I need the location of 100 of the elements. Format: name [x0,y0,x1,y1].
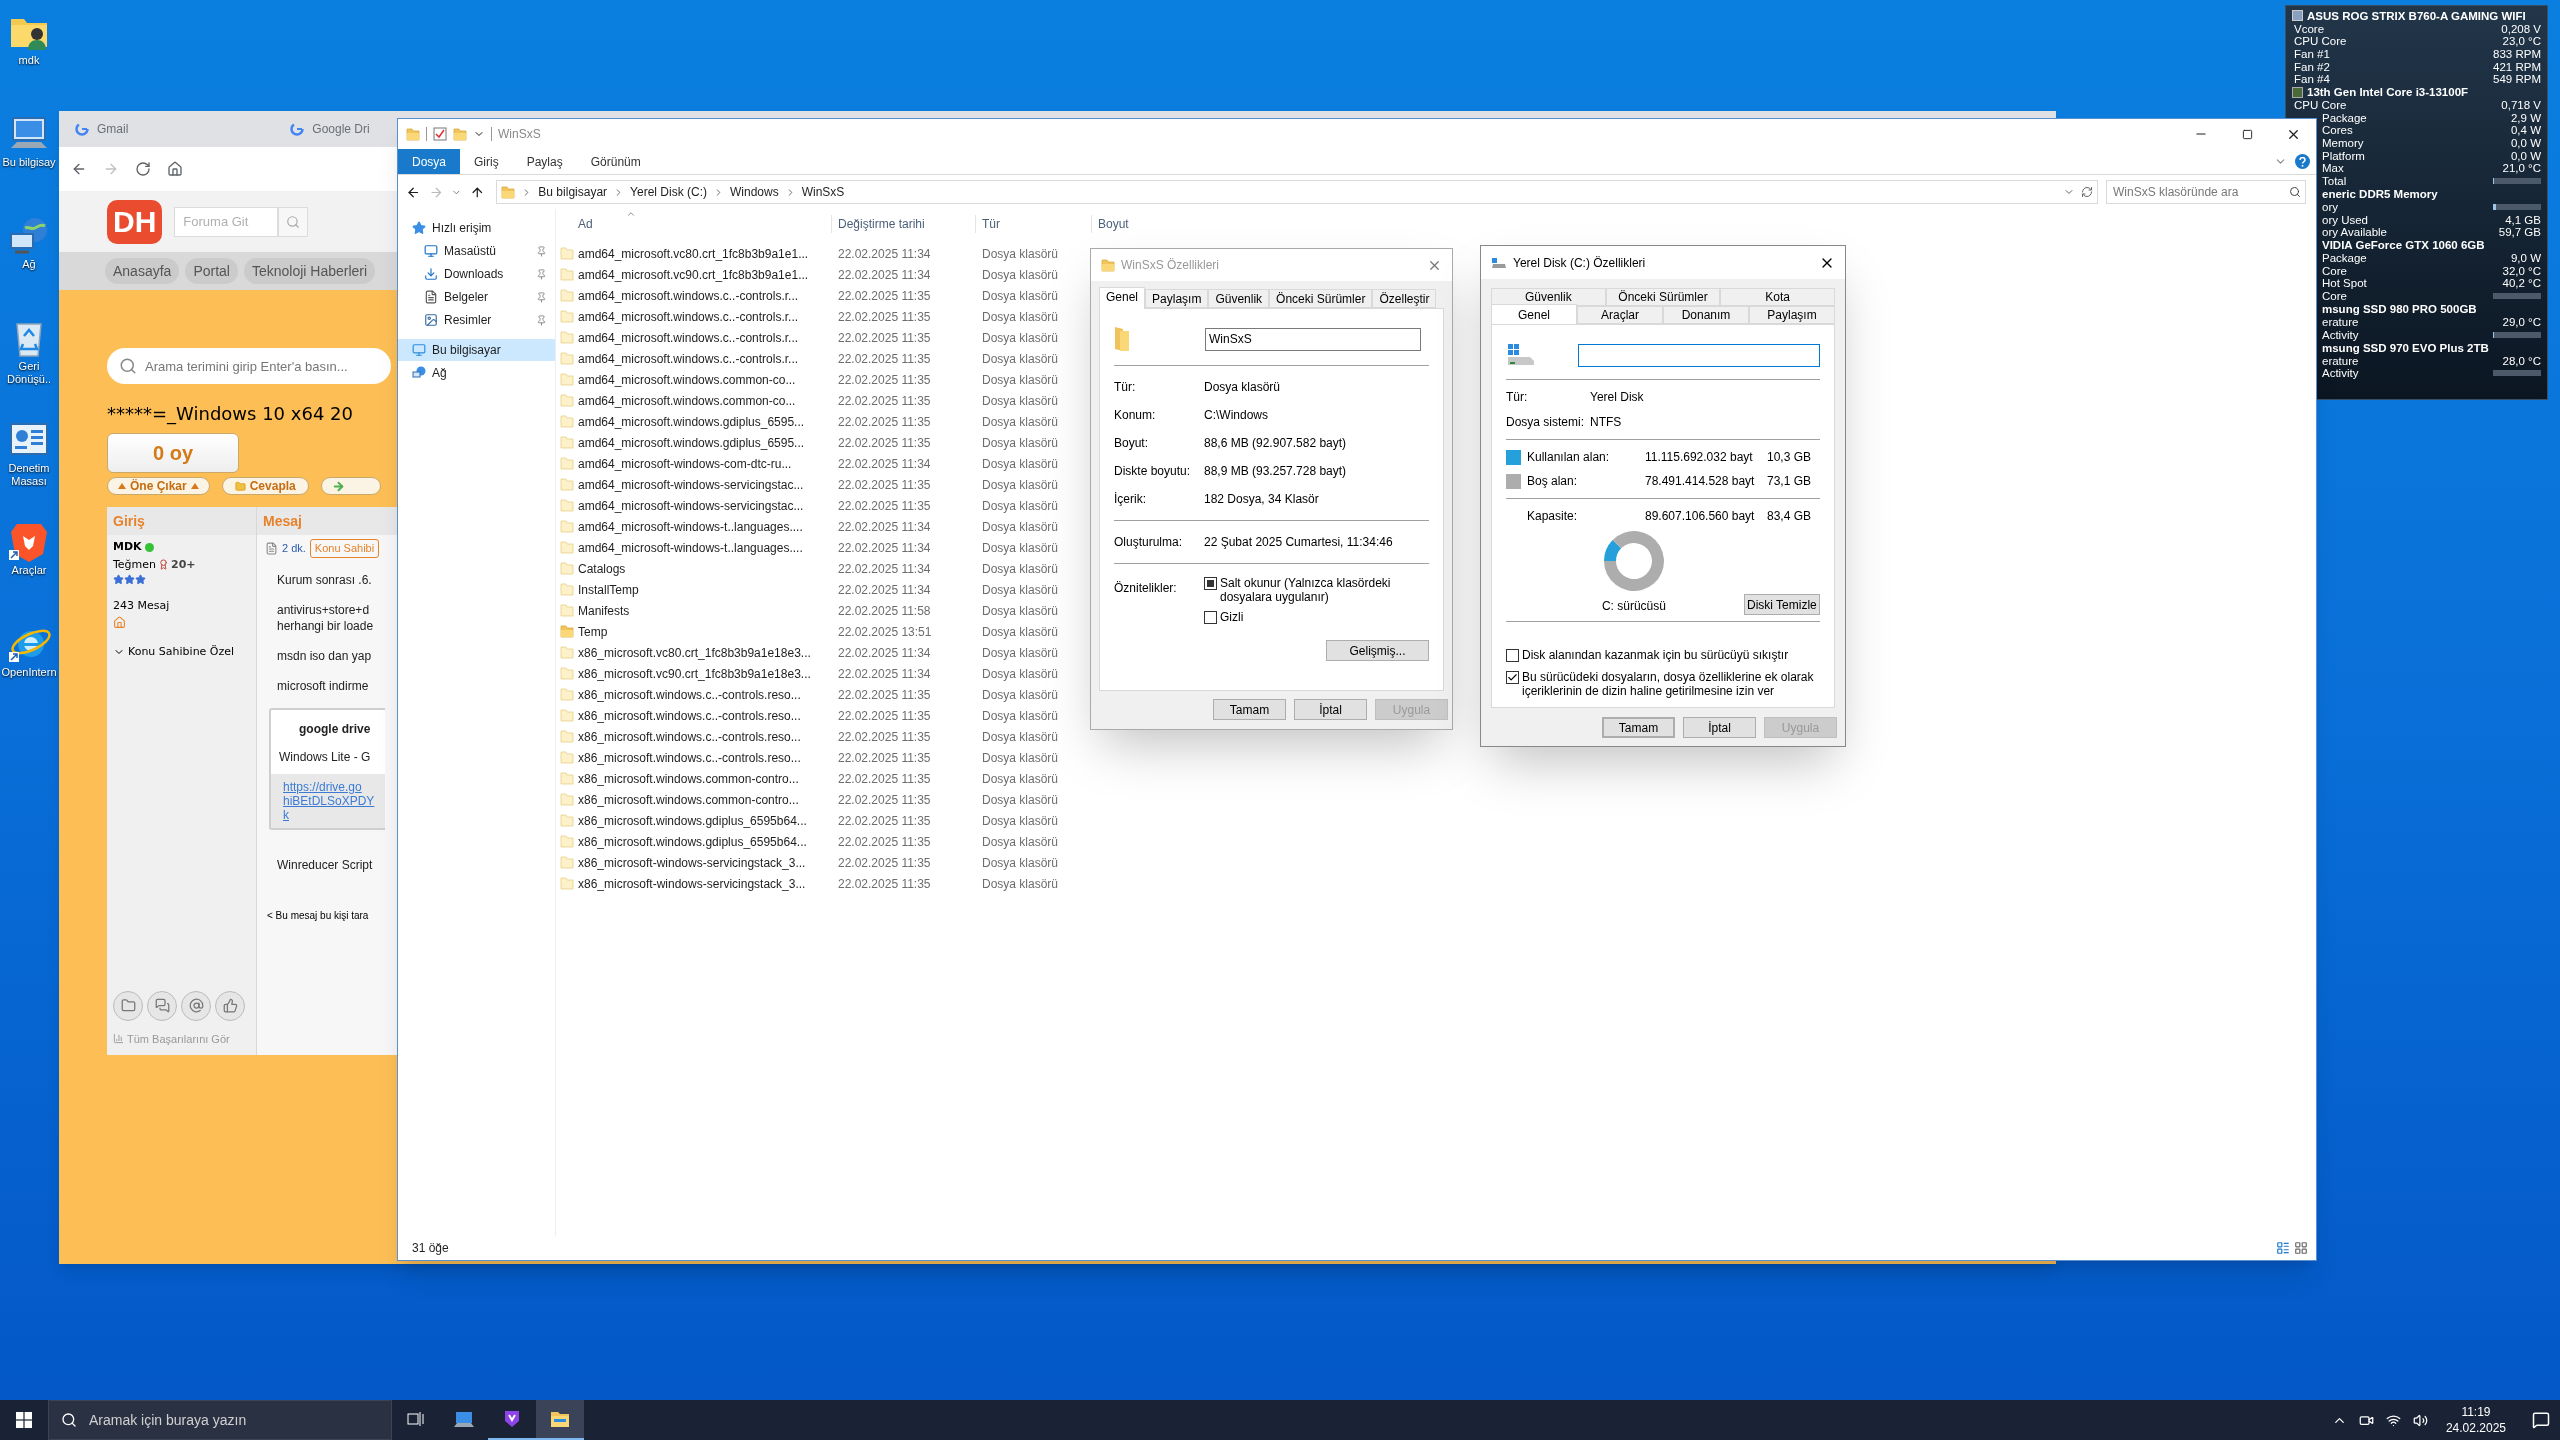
help-button[interactable] [2295,154,2310,169]
breadcrumb[interactable]: Bu bilgisayar [538,183,608,201]
ribbon-tab[interactable]: Görünüm [576,149,655,174]
large-icons-view-icon[interactable] [2294,1241,2308,1255]
taskbar-search-field[interactable]: Aramak için buraya yazın [48,1400,392,1440]
dialog-tab[interactable]: Önceki Sürümler [1605,288,1721,306]
file-name[interactable]: amd64_microsoft.windows.c..-controls.r... [578,286,832,305]
advanced-button[interactable]: Gelişmiş... [1326,640,1429,661]
checkbox[interactable] [1506,671,1519,684]
taskbar-app[interactable] [536,1400,584,1440]
file-name[interactable]: Manifests [578,601,832,620]
dialog-button[interactable]: İptal [1683,717,1756,738]
owner-menu-link[interactable]: Konu Sahibine Özel [128,643,235,660]
desktop-icon-label[interactable]: OpenIntern [0,666,58,679]
file-name[interactable]: x86_microsoft.windows.common-contro... [578,769,832,788]
file-name[interactable]: Temp [578,622,832,641]
desktop-icon-label[interactable]: mdk [0,54,58,67]
nav-item[interactable]: Ağ [398,362,555,384]
nav-item[interactable]: Belgeler [398,286,555,308]
nav-link[interactable]: Teknoloji Haberleri [243,258,376,284]
search-field[interactable]: WinSxS klasöründe ara [2106,180,2306,204]
file-name[interactable]: amd64_microsoft.windows.c..-controls.r... [578,307,832,326]
dialog-tab[interactable]: Donanım [1663,306,1749,324]
dialog-button[interactable]: İptal [1294,699,1367,720]
file-name[interactable]: amd64_microsoft.windows.gdiplus_6595... [578,433,832,452]
ribbon-tab[interactable]: Dosya [398,149,460,174]
checkbox[interactable] [1204,611,1217,624]
file-name[interactable]: x86_microsoft.windows.gdiplus_6595b64... [578,832,832,851]
file-name[interactable]: amd64_microsoft-windows-t..languages.... [578,538,832,557]
file-name[interactable]: Catalogs [578,559,832,578]
clock-time[interactable]: 11:19 [2461,1404,2491,1420]
dialog-button[interactable]: Tamam [1213,699,1286,720]
nav-item[interactable]: Masaüstü [398,240,555,262]
forum-search-field[interactable]: Foruma Git [174,206,279,237]
link[interactable]: k [283,807,289,822]
column-header[interactable]: Ad [556,215,832,233]
file-name[interactable]: amd64_microsoft.vc80.crt_1fc8b3b9a1e1... [578,244,832,263]
monitor-app-icon[interactable] [454,1410,474,1428]
link[interactable]: hiBEtDLSoXPDY [283,793,375,808]
dialog-tab[interactable]: Güvenlik [1208,289,1270,308]
file-name[interactable]: amd64_microsoft.windows.common-co... [578,391,832,410]
checkbox[interactable] [1506,649,1519,662]
home-icon[interactable] [167,161,183,177]
dialog-tab[interactable]: Önceki Sürümler [1269,289,1373,308]
file-name[interactable]: amd64_microsoft-windows-com-dtc-ru... [578,454,832,473]
file-name[interactable]: x86_microsoft.windows.c..-controls.reso... [578,727,832,746]
refresh-icon[interactable] [2081,186,2093,198]
file-name[interactable]: x86_microsoft.vc80.crt_1fc8b3b9a1e18e3... [578,643,832,662]
checkbox[interactable] [1204,577,1217,590]
site-search-field[interactable]: Arama terimini girip Enter'a basın... [107,348,391,384]
nav-item[interactable]: Bu bilgisayar [398,339,555,361]
dialog-tab[interactable]: Özelleştir [1372,289,1437,308]
dialog-tab[interactable]: Paylaşım [1145,289,1209,308]
file-name[interactable]: amd64_microsoft.windows.common-co... [578,370,832,389]
browser-tab[interactable]: Google Dri [284,114,376,144]
name-field[interactable] [1577,343,1820,367]
nav-item[interactable]: Resimler [398,309,555,331]
file-name[interactable]: amd64_microsoft.windows.gdiplus_6595... [578,412,832,431]
dialog-tab[interactable]: Genel [1491,304,1577,324]
dialog-tab[interactable]: Araçlar [1577,306,1663,324]
dialog-tab[interactable]: Paylaşım [1749,306,1835,324]
volume-icon[interactable] [2412,1412,2428,1428]
link[interactable]: https://drive.go [283,779,362,794]
breadcrumb[interactable]: WinSxS [801,183,845,201]
file-name[interactable]: x86_microsoft.windows.gdiplus_6595b64... [578,811,832,830]
network-icon[interactable] [2385,1412,2401,1428]
nav-link[interactable]: Anasayfa [105,258,180,284]
nav-item[interactable]: Downloads [398,263,555,285]
file-name[interactable]: x86_microsoft.windows.c..-controls.reso... [578,748,832,767]
file-name[interactable]: amd64_microsoft.windows.c..-controls.r... [578,328,832,347]
dialog-tab[interactable]: Güvenlik [1491,288,1606,306]
task-view-icon[interactable] [407,1411,425,1427]
column-header[interactable]: Değiştirme tarihi [832,215,976,233]
file-name[interactable]: x86_microsoft.windows.c..-controls.reso... [578,706,832,725]
desktop-icon-label[interactable]: Geri Dönüşü.. [0,360,58,386]
desktop-icon-label[interactable]: Ağ [0,258,58,271]
breadcrumb[interactable]: Yerel Disk (C:) [630,183,707,201]
ribbon-tab[interactable]: Giriş [460,149,513,174]
file-name[interactable]: x86_microsoft-windows-servicingstack_3... [578,874,832,893]
browser-tab[interactable]: Gmail [69,114,135,144]
nav-link[interactable]: Portal [185,258,238,284]
notifications-icon[interactable] [2532,1411,2550,1429]
dialog-tab[interactable]: Genel [1099,287,1146,309]
file-name[interactable]: amd64_microsoft.vc90.crt_1fc8b3b9a1e1... [578,265,832,284]
dialog-tab[interactable]: Kota [1720,288,1835,306]
properties-icon[interactable] [433,127,447,141]
file-name[interactable]: amd64_microsoft.windows.c..-controls.r... [578,349,832,368]
column-header[interactable]: Tür [976,215,1092,233]
desktop-icon-label[interactable]: Denetim Masası [0,462,58,488]
nav-item[interactable]: Hızlı erişim [398,217,555,239]
file-name[interactable]: x86_microsoft.windows.c..-controls.reso... [578,685,832,704]
promote-button[interactable]: Öne Çıkar [107,477,210,495]
file-name[interactable]: amd64_microsoft-windows-servicingstac... [578,475,832,494]
clock-date[interactable]: 24.02.2025 [2445,1420,2506,1436]
windows-logo-icon[interactable] [16,1412,32,1428]
ribbon-tab[interactable]: Paylaş [512,149,577,174]
reload-icon[interactable] [135,161,151,177]
folder-app-icon[interactable] [550,1410,570,1428]
desktop-icon-label[interactable]: Araçlar [0,564,58,577]
column-header[interactable]: Boyut [1092,215,1129,233]
